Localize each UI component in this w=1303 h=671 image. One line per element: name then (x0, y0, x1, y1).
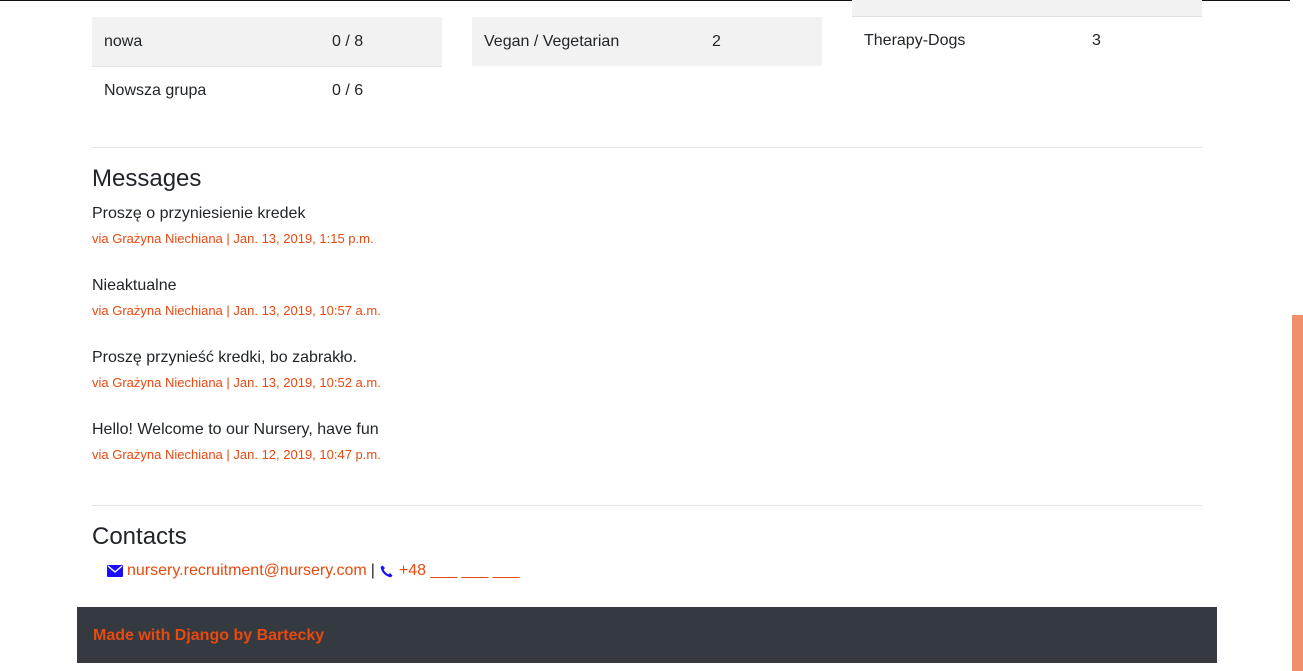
group-name: nowa (104, 32, 143, 50)
diets-table: Vegan / Vegetarian 2 (472, 17, 822, 66)
activity-name: Therapy-Dogs (864, 32, 966, 49)
message-meta: via Grażyna Niechiana | Jan. 13, 2019, 1… (92, 231, 374, 246)
envelope-icon (107, 564, 123, 578)
diet-name: Vegan / Vegetarian (484, 32, 620, 50)
phone-link[interactable]: +48 ___ ___ ___ (399, 562, 520, 580)
scrollbar-thumb[interactable] (1292, 315, 1303, 671)
message-text: Hello! Welcome to our Nursery, have fun (92, 421, 379, 438)
message-item: Proszę przynieść kredki, bo zabrakło. vi… (92, 349, 381, 390)
message-text: Proszę o przyniesienie kredek (92, 205, 306, 222)
phone-icon (379, 564, 395, 578)
groups-table: nowa 0 / 8 Nowsza grupa 0 / 6 (92, 17, 442, 115)
message-meta: via Grażyna Niechiana | Jan. 12, 2019, 1… (92, 447, 381, 462)
message-text: Nieaktualne (92, 277, 177, 294)
message-meta: via Grażyna Niechiana | Jan. 13, 2019, 1… (92, 303, 381, 318)
activities-table: Therapy-Dogs 3 (852, 0, 1202, 65)
table-row: Vegan / Vegetarian 2 (472, 17, 822, 66)
message-text: Proszę przynieść kredki, bo zabrakło. (92, 349, 357, 366)
messages-heading: Messages (92, 165, 202, 192)
group-capacity: 0 / 8 (332, 32, 364, 50)
contact-separator: | (370, 562, 375, 579)
table-row: Therapy-Dogs 3 (852, 16, 1202, 65)
table-row: nowa 0 / 8 (92, 17, 442, 66)
table-row-header (852, 0, 1202, 16)
message-item: Hello! Welcome to our Nursery, have fun … (92, 421, 381, 462)
message-meta: via Grażyna Niechiana | Jan. 13, 2019, 1… (92, 375, 381, 390)
group-capacity: 0 / 6 (332, 82, 364, 99)
footer: Made with Django by Bartecky (77, 607, 1217, 663)
group-name: Nowsza grupa (104, 82, 207, 99)
email-link[interactable]: nursery.recruitment@nursery.com (127, 562, 367, 580)
section-divider (92, 147, 1202, 148)
section-divider (92, 505, 1202, 506)
message-item: Proszę o przyniesienie kredek via Grażyn… (92, 205, 374, 246)
table-row: Nowsza grupa 0 / 6 (92, 66, 442, 115)
diet-count: 2 (712, 32, 721, 50)
contacts-heading: Contacts (92, 523, 187, 550)
contacts-line: nursery.recruitment@nursery.com | +48 __… (107, 562, 519, 580)
message-item: Nieaktualne via Grażyna Niechiana | Jan.… (92, 277, 381, 318)
activity-count: 3 (1092, 32, 1101, 49)
footer-text: Made with Django by Bartecky (93, 627, 325, 644)
